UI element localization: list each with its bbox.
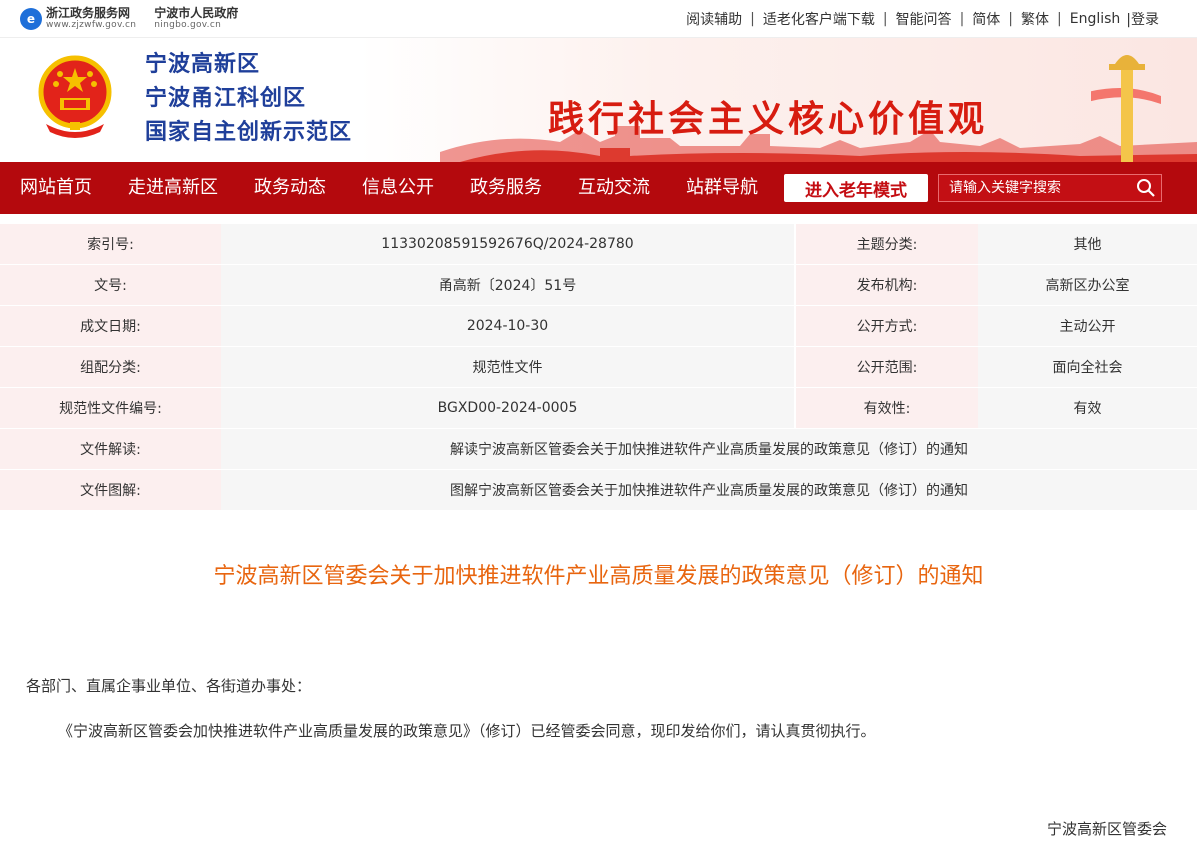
topic-label: 主题分类: xyxy=(794,224,978,265)
site-title-innovation-zone: 国家自主创新示范区 xyxy=(145,120,353,145)
table-row: 规范性文件编号: BGXD00-2024-0005 有效性: 有效 xyxy=(0,388,1197,429)
divider: | xyxy=(882,10,888,27)
search-icon[interactable] xyxy=(1131,175,1161,201)
nav-about[interactable]: 走进高新区 xyxy=(112,162,234,214)
nav-gov-services[interactable]: 政务服务 xyxy=(454,162,558,214)
nav-home[interactable]: 网站首页 xyxy=(4,162,108,214)
zjzwfw-logo[interactable]: e 浙江政务服务网 www.zjzwfw.gov.cn xyxy=(20,7,136,30)
scope-value: 面向全社会 xyxy=(978,347,1197,388)
method-value: 主动公开 xyxy=(978,306,1197,347)
top-utility-bar: e 浙江政务服务网 www.zjzwfw.gov.cn 宁波市人民政府 ning… xyxy=(0,0,1197,38)
site-title-gaoxin: 宁波高新区 xyxy=(145,52,261,77)
zjzwfw-logo-icon: e xyxy=(20,7,42,30)
divider: | xyxy=(959,10,965,27)
link-login[interactable]: |登录 xyxy=(1126,9,1159,29)
zjzwfw-logo-url: www.zjzwfw.gov.cn xyxy=(46,20,137,30)
index-label: 索引号: xyxy=(0,224,221,265)
site-banner: 宁波高新区 宁波甬江科创区 国家自主创新示范区 践行社会主义核心价值观 xyxy=(0,38,1197,162)
method-label: 公开方式: xyxy=(794,306,978,347)
graphic-label: 文件图解: xyxy=(0,470,221,511)
graphic-link[interactable]: 图解宁波高新区管委会关于加快推进软件产业高质量发展的政策意见（修订）的通知 xyxy=(221,470,1197,511)
document-title: 宁波高新区管委会关于加快推进软件产业高质量发展的政策意见（修订）的通知 xyxy=(213,564,984,589)
nav-interaction[interactable]: 互动交流 xyxy=(562,162,666,214)
category-label: 组配分类: xyxy=(0,347,221,388)
link-english[interactable]: English xyxy=(1070,11,1121,27)
topic-value: 其他 xyxy=(978,224,1197,265)
normno-value: BGXD00-2024-0005 xyxy=(221,388,794,429)
publisher-label: 发布机构: xyxy=(794,265,978,306)
table-row: 文件解读: 解读宁波高新区管委会关于加快推进软件产业高质量发展的政策意见（修订）… xyxy=(0,429,1197,470)
document-body: 《宁波高新区管委会加快推进软件产业高质量发展的政策意见》（修订）已经管委会同意，… xyxy=(58,722,876,740)
table-row: 文件图解: 图解宁波高新区管委会关于加快推进软件产业高质量发展的政策意见（修订）… xyxy=(0,470,1197,511)
date-value: 2024-10-30 xyxy=(221,306,794,347)
validity-label: 有效性: xyxy=(794,388,978,429)
table-row: 成文日期: 2024-10-30 公开方式: 主动公开 xyxy=(0,306,1197,347)
zjzwfw-logo-name: 浙江政务服务网 xyxy=(46,6,131,20)
link-traditional[interactable]: 繁体 xyxy=(1021,9,1049,29)
nav-site-group[interactable]: 站群导航 xyxy=(670,162,774,214)
interpretation-link[interactable]: 解读宁波高新区管委会关于加快推进软件产业高质量发展的政策意见（修订）的通知 xyxy=(221,429,1197,470)
divider: | xyxy=(750,10,755,27)
document-metadata-table: 索引号: 11330208591592676Q/2024-28780 主题分类:… xyxy=(0,224,1197,511)
category-value: 规范性文件 xyxy=(221,347,794,388)
search-input[interactable] xyxy=(939,180,1131,196)
ningbo-gov-logo[interactable]: 宁波市人民政府 ningbo.gov.cn xyxy=(154,6,239,31)
scope-label: 公开范围: xyxy=(794,347,978,388)
search-box xyxy=(938,174,1162,202)
main-nav: 网站首页 走进高新区 政务动态 信息公开 政务服务 互动交流 站群导航 进入老年… xyxy=(0,162,1197,214)
divider: | xyxy=(1008,10,1013,27)
docno-value: 甬高新〔2024〕51号 xyxy=(221,265,794,306)
ningbo-gov-logo-name: 宁波市人民政府 xyxy=(154,6,239,20)
docno-label: 文号: xyxy=(0,265,221,306)
table-row: 索引号: 11330208591592676Q/2024-28780 主题分类:… xyxy=(0,224,1197,265)
link-simplified[interactable]: 简体 xyxy=(972,9,1000,29)
table-row: 文号: 甬高新〔2024〕51号 发布机构: 高新区办公室 xyxy=(0,265,1197,306)
table-row: 组配分类: 规范性文件 公开范围: 面向全社会 xyxy=(0,347,1197,388)
link-elderly-app-download[interactable]: 适老化客户端下载 xyxy=(763,9,875,29)
validity-value: 有效 xyxy=(978,388,1197,429)
national-emblem-icon xyxy=(38,55,112,138)
interpretation-label: 文件解读: xyxy=(0,429,221,470)
document-signature: 宁波高新区管委会 xyxy=(1046,820,1167,838)
link-smart-qa[interactable]: 智能问答 xyxy=(896,9,952,29)
site-titles: 宁波高新区 宁波甬江科创区 国家自主创新示范区 xyxy=(145,48,352,150)
nav-info-disclosure[interactable]: 信息公开 xyxy=(346,162,450,214)
top-logos: e 浙江政务服务网 www.zjzwfw.gov.cn 宁波市人民政府 ning… xyxy=(20,7,238,30)
document-salutation: 各部门、直属企事业单位、各街道办事处： xyxy=(26,677,312,695)
publisher-value: 高新区办公室 xyxy=(978,265,1197,306)
elder-mode-button[interactable]: 进入老年模式 xyxy=(784,174,928,202)
site-title-yongjiang: 宁波甬江科创区 xyxy=(145,86,307,111)
divider: | xyxy=(1057,10,1062,27)
normno-label: 规范性文件编号: xyxy=(0,388,221,429)
index-value: 11330208591592676Q/2024-28780 xyxy=(221,224,794,265)
ningbo-gov-logo-url: ningbo.gov.cn xyxy=(154,20,222,30)
nav-news[interactable]: 政务动态 xyxy=(238,162,342,214)
huabiao-pillar-icon xyxy=(1091,55,1161,162)
date-label: 成文日期: xyxy=(0,306,221,347)
link-reading-aid[interactable]: 阅读辅助 xyxy=(686,9,742,29)
slogan: 践行社会主义核心价值观 xyxy=(548,98,989,140)
top-links: 阅读辅助 | 适老化客户端下载 | 智能问答 | 简体 | 繁体 | Engli… xyxy=(686,9,1159,29)
